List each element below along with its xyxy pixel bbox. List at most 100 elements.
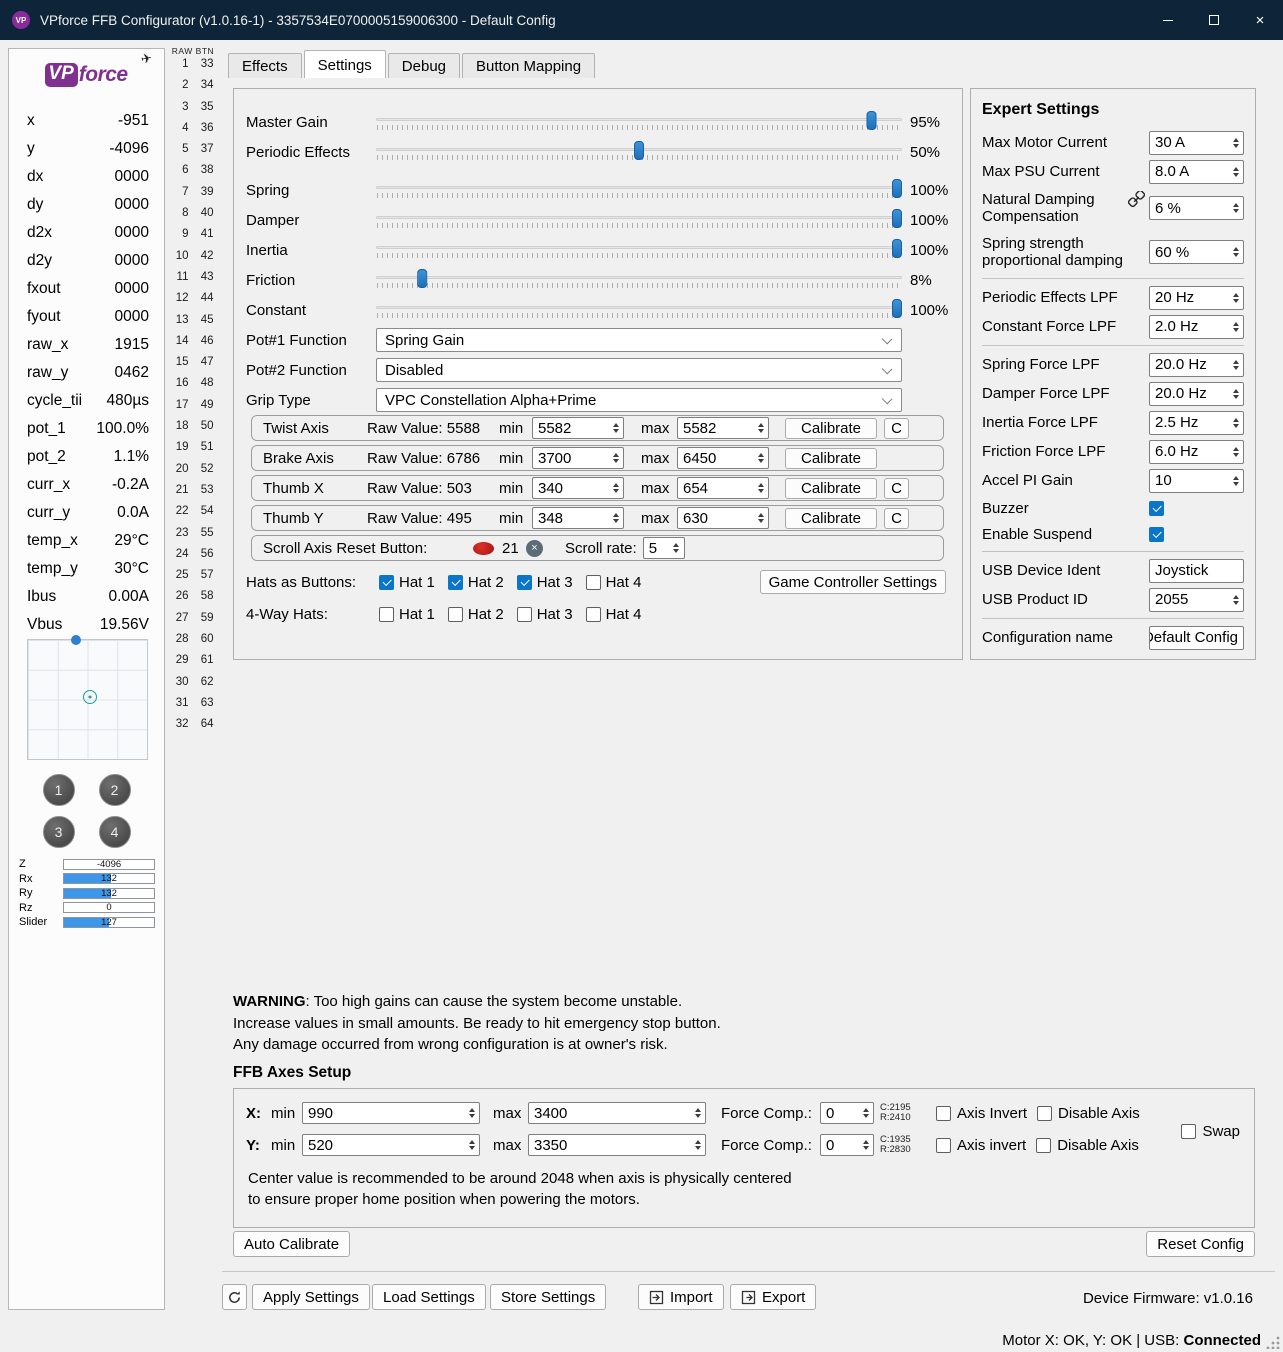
spin-up-icon[interactable]: [1232, 388, 1239, 393]
spinner-arrows[interactable]: [858, 1103, 873, 1123]
natural-damping-compensation-spinner[interactable]: 6 %: [1149, 196, 1244, 220]
spring-slider[interactable]: [376, 179, 902, 201]
maximize-button[interactable]: [1191, 0, 1237, 40]
thumb-x-calibrate-button[interactable]: Calibrate: [785, 477, 877, 499]
brake-axis-max-spinner[interactable]: 6450: [677, 447, 769, 469]
spin-up-icon[interactable]: [694, 1140, 701, 1144]
twist-axis-c-button[interactable]: C: [884, 417, 909, 439]
hat-1-buttons-checkbox[interactable]: [379, 574, 394, 590]
spin-up-icon[interactable]: [757, 513, 764, 517]
spin-up-icon[interactable]: [1232, 417, 1239, 422]
hat-2-4way-checkbox[interactable]: [447, 606, 463, 622]
reset-config-button[interactable]: Reset Config: [1146, 1231, 1255, 1257]
x-disable-checkbox[interactable]: [1037, 1105, 1053, 1121]
thumb-y-max-spinner[interactable]: 630: [677, 507, 769, 529]
tab-effects[interactable]: Effects: [228, 53, 302, 78]
spin-down-icon[interactable]: [1232, 365, 1239, 370]
spin-down-icon[interactable]: [1232, 327, 1239, 332]
spin-up-icon[interactable]: [1232, 446, 1239, 451]
spinner-arrows[interactable]: [858, 1135, 873, 1155]
spin-down-icon[interactable]: [694, 1146, 701, 1150]
configuration-name-field[interactable]: Default Config: [1149, 625, 1244, 650]
store-settings-button[interactable]: Store Settings: [490, 1284, 607, 1310]
slider-handle[interactable]: [892, 209, 902, 228]
spinner-arrows[interactable]: [669, 538, 684, 558]
spinner-arrows[interactable]: [1228, 470, 1243, 492]
spinner-arrows[interactable]: [1228, 354, 1243, 376]
max-motor-current-spinner[interactable]: 30 A: [1149, 130, 1244, 155]
apply-settings-button[interactable]: Apply Settings: [252, 1284, 370, 1310]
tab-button-mapping[interactable]: Button Mapping: [462, 53, 596, 78]
import-button[interactable]: Import: [638, 1284, 724, 1310]
spin-down-icon[interactable]: [612, 429, 619, 433]
scroll-rate-spinner[interactable]: 5: [642, 537, 685, 559]
spin-down-icon[interactable]: [757, 519, 764, 523]
brake-axis-calibrate-button[interactable]: Calibrate: [785, 447, 877, 469]
spinner-arrows[interactable]: [608, 478, 623, 498]
constant-force-lpf-spinner[interactable]: 2.0 Hz: [1149, 314, 1244, 339]
spin-up-icon[interactable]: [612, 453, 619, 457]
y-disable-checkbox[interactable]: [1036, 1137, 1052, 1153]
constant-slider[interactable]: [376, 299, 902, 321]
spin-up-icon[interactable]: [1232, 321, 1239, 326]
spring-force-lpf-spinner[interactable]: 20.0 Hz: [1149, 352, 1244, 377]
spin-up-icon[interactable]: [1232, 292, 1239, 297]
spin-down-icon[interactable]: [1232, 172, 1239, 177]
y-force-comp-spinner[interactable]: 0: [820, 1134, 874, 1156]
hat-1-4way-checkbox[interactable]: [379, 606, 394, 622]
usb-device-ident-field[interactable]: Joystick: [1149, 558, 1244, 583]
tab-debug[interactable]: Debug: [387, 53, 460, 78]
spinner-arrows[interactable]: [753, 478, 768, 498]
slider-handle[interactable]: [866, 111, 877, 130]
thumb-y-c-button[interactable]: C: [884, 507, 909, 529]
tab-settings[interactable]: Settings: [303, 50, 386, 78]
spin-up-icon[interactable]: [757, 423, 764, 427]
close-button[interactable]: ×: [1237, 0, 1283, 40]
spin-down-icon[interactable]: [757, 429, 764, 433]
inertia-force-lpf-spinner[interactable]: 2.5 Hz: [1149, 410, 1244, 435]
spin-down-icon[interactable]: [757, 489, 764, 493]
friction-slider[interactable]: [376, 269, 902, 291]
spin-up-icon[interactable]: [862, 1140, 869, 1144]
spinner-arrows[interactable]: [1228, 589, 1243, 611]
thumb-x-max-spinner[interactable]: 654: [677, 477, 769, 499]
spinner-arrows[interactable]: [1228, 241, 1243, 263]
thumb-x-c-button[interactable]: C: [884, 477, 909, 499]
master-gain-slider[interactable]: [376, 111, 902, 133]
game-controller-settings-button[interactable]: Game Controller Settings: [759, 570, 946, 594]
usb-product-id-spinner[interactable]: 2055: [1149, 587, 1244, 612]
spin-up-icon[interactable]: [673, 543, 680, 547]
spin-up-icon[interactable]: [862, 1108, 869, 1112]
spin-up-icon[interactable]: [468, 1140, 475, 1144]
x-min-spinner[interactable]: 990: [302, 1102, 480, 1124]
slider-handle[interactable]: [892, 299, 902, 318]
spinner-arrows[interactable]: [1228, 132, 1243, 154]
x-max-spinner[interactable]: 3400: [528, 1102, 706, 1124]
y-min-spinner[interactable]: 520: [302, 1134, 480, 1156]
spin-down-icon[interactable]: [1232, 143, 1239, 148]
twist-axis-min-spinner[interactable]: 5582: [532, 417, 624, 439]
spin-up-icon[interactable]: [1232, 137, 1239, 142]
spin-down-icon[interactable]: [468, 1114, 475, 1118]
spin-up-icon[interactable]: [1232, 475, 1239, 480]
periodic-effects-slider[interactable]: [376, 141, 902, 163]
minimize-button[interactable]: [1145, 0, 1191, 40]
spin-down-icon[interactable]: [1232, 481, 1239, 486]
swap-checkbox[interactable]: [1181, 1124, 1197, 1139]
accel-pi-gain-spinner[interactable]: 10: [1149, 468, 1244, 493]
thumb-y-min-spinner[interactable]: 348: [532, 507, 624, 529]
spin-down-icon[interactable]: [468, 1146, 475, 1150]
grip-type-dropdown[interactable]: VPC Constellation Alpha+Prime: [376, 388, 902, 412]
pot-2-function-dropdown[interactable]: Disabled: [376, 358, 902, 382]
slider-handle[interactable]: [417, 269, 428, 288]
spinner-arrows[interactable]: [690, 1103, 705, 1123]
spin-down-icon[interactable]: [694, 1114, 701, 1118]
slider-handle[interactable]: [892, 239, 902, 258]
spin-up-icon[interactable]: [612, 513, 619, 517]
max-psu-current-spinner[interactable]: 8.0 A: [1149, 159, 1244, 184]
spin-up-icon[interactable]: [612, 423, 619, 427]
x-invert-checkbox[interactable]: [936, 1105, 951, 1121]
spinner-arrows[interactable]: [1228, 287, 1243, 309]
link-icon[interactable]: [1127, 189, 1146, 212]
refresh-button[interactable]: [222, 1284, 247, 1310]
